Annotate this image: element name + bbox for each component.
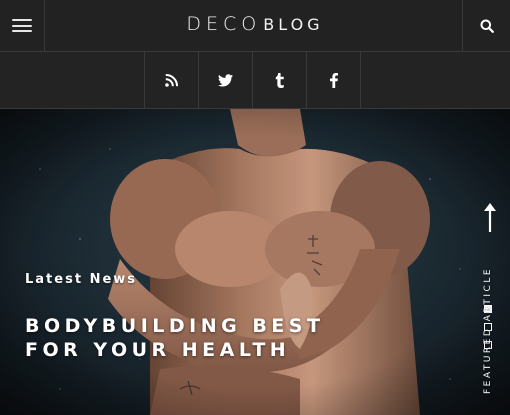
hero-image	[0, 109, 510, 415]
social-link-facebook[interactable]	[307, 52, 361, 108]
facebook-icon	[329, 72, 338, 88]
featured-article-hero[interactable]: Latest News BODYBUILDING BEST FOR YOUR H…	[0, 109, 510, 415]
social-link-rss[interactable]	[145, 52, 199, 108]
social-link-tumblr[interactable]	[253, 52, 307, 108]
search-icon	[480, 19, 494, 33]
social-bar	[0, 52, 510, 109]
tumblr-icon	[275, 72, 284, 88]
featured-article-label: FEATURED ARTICLE	[483, 266, 493, 394]
slider-side-rail: FEATURED ARTICLE	[470, 109, 510, 415]
twitter-icon	[218, 73, 233, 86]
logo-sub-text: BLOG	[263, 15, 324, 34]
hero-text-block: Latest News BODYBUILDING BEST FOR YOUR H…	[25, 272, 445, 362]
arrow-up-icon[interactable]	[481, 202, 499, 232]
article-title[interactable]: BODYBUILDING BEST FOR YOUR HEALTH	[25, 314, 385, 362]
page: DECO BLOG Latest News BODYBUILDING BEST …	[0, 0, 510, 415]
site-header: DECO BLOG	[0, 0, 510, 52]
logo-main-text: DECO	[186, 13, 262, 35]
social-link-twitter[interactable]	[199, 52, 253, 108]
article-category[interactable]: Latest News	[25, 272, 445, 287]
search-button[interactable]	[462, 0, 510, 51]
site-logo[interactable]: DECO BLOG	[0, 12, 510, 36]
rss-icon	[165, 73, 178, 87]
social-links	[144, 52, 361, 108]
